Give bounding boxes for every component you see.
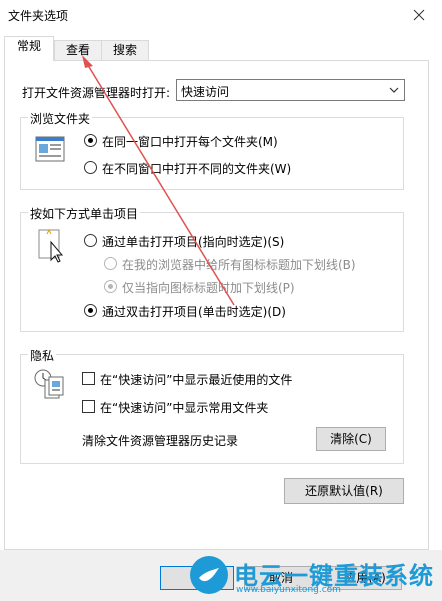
double-click-label: 通过双击打开项目(单击时选定)(D) [102, 305, 286, 319]
chevron-down-icon [386, 82, 402, 98]
same-window-radio[interactable] [84, 134, 97, 147]
browse-folders-title: 浏览文件夹 [28, 110, 93, 127]
tab-search-label: 搜索 [112, 43, 137, 57]
tab-view-label: 查看 [65, 43, 90, 57]
frequent-folders-label: 在“快速访问”中显示常用文件夹 [100, 401, 269, 415]
clear-history-label: 清除文件资源管理器历史记录 [82, 434, 239, 448]
tab-general[interactable]: 常规 [4, 36, 54, 61]
cursor-document-icon [37, 228, 67, 264]
same-window-label: 在同一窗口中打开每个文件夹(M) [102, 135, 278, 149]
close-icon[interactable] [396, 0, 442, 30]
open-explorer-select[interactable]: 快速访问 [176, 79, 405, 101]
browse-folders-group [20, 117, 404, 190]
title-bar: 文件夹选项 [0, 0, 442, 30]
single-click-radio[interactable] [84, 234, 97, 247]
underline-point-label: 仅当指向图标标题时加下划线(P) [122, 281, 295, 295]
frequent-folders-checkbox[interactable] [82, 400, 95, 413]
watermark: 电云一键重装系统 www.baiyunxitong.com [190, 556, 440, 598]
recent-files-label: 在“快速访问”中显示最近使用的文件 [100, 373, 293, 387]
tab-view[interactable]: 查看 [54, 40, 102, 60]
underline-point-radio[interactable] [104, 280, 117, 293]
double-click-radio[interactable] [84, 304, 97, 317]
underline-browser-label: 在我的浏览器中给所有图标标题加下划线(B) [122, 258, 356, 272]
bird-logo-icon [190, 556, 228, 594]
clock-documents-icon [33, 368, 67, 402]
open-explorer-value: 快速访问 [181, 85, 230, 99]
clear-button[interactable]: 清除(C) [316, 427, 386, 451]
window-title: 文件夹选项 [8, 9, 69, 23]
single-click-label: 通过单击打开项目(指向时选定)(S) [102, 235, 285, 249]
restore-defaults-button[interactable]: 还原默认值(R) [284, 478, 404, 504]
click-items-title: 按如下方式单击项目 [28, 205, 141, 222]
watermark-url: www.baiyunxitong.com [236, 585, 341, 595]
privacy-title: 隐私 [28, 347, 57, 364]
tab-general-label: 常规 [16, 39, 41, 53]
new-window-label: 在不同窗口中打开不同的文件夹(W) [102, 162, 292, 176]
tab-search[interactable]: 搜索 [101, 40, 149, 60]
new-window-radio[interactable] [84, 161, 97, 174]
folder-window-icon [35, 136, 65, 162]
open-explorer-label: 打开文件资源管理器时打开: [22, 86, 171, 100]
underline-browser-radio[interactable] [104, 257, 117, 270]
recent-files-checkbox[interactable] [82, 372, 95, 385]
